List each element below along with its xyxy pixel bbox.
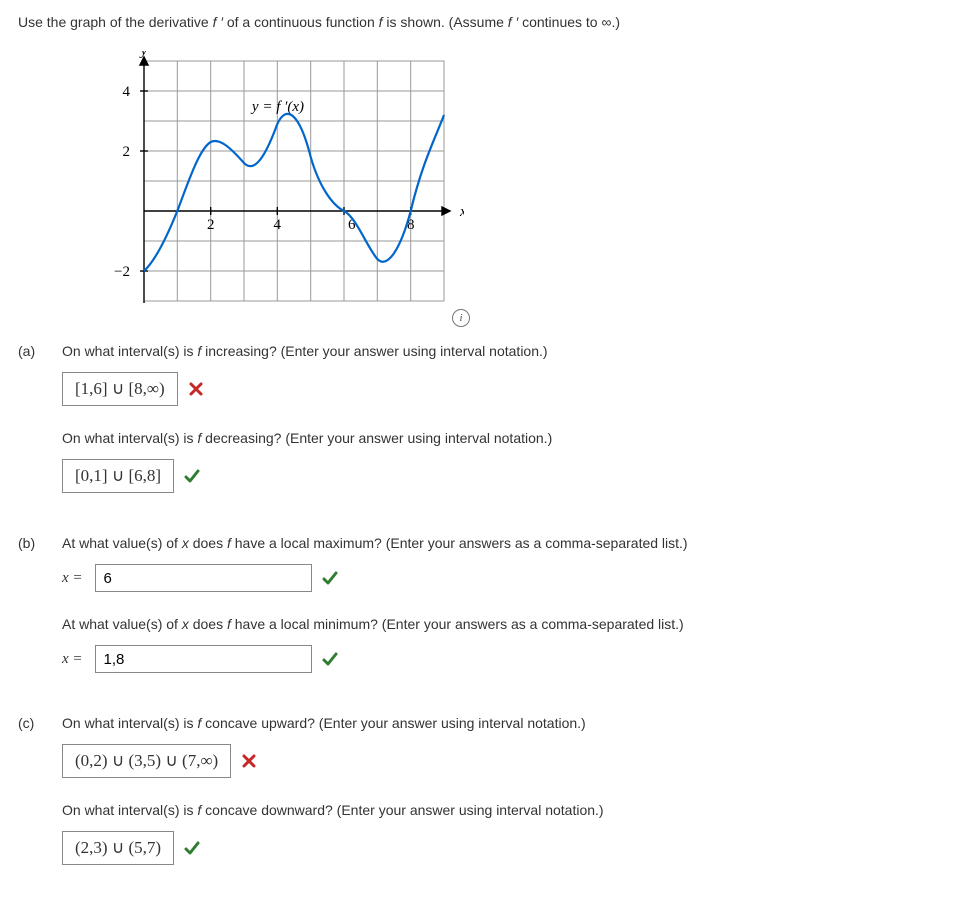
- prompt-text-3: is shown. (Assume: [386, 14, 507, 30]
- part-b-answer-2[interactable]: [95, 645, 312, 673]
- xtick-2: 2: [207, 217, 215, 233]
- correct-icon: [184, 468, 200, 484]
- part-b-answer-1[interactable]: [95, 564, 312, 592]
- part-c-q2: On what interval(s) is f concave downwar…: [62, 800, 943, 821]
- correct-icon: [322, 651, 338, 667]
- part-b-label: (b): [18, 533, 62, 551]
- derivative-curve: [144, 114, 444, 271]
- fprime-symbol-2: f ′: [508, 14, 518, 30]
- ytick-2: 2: [123, 144, 131, 160]
- ytick-neg2: −2: [114, 264, 130, 280]
- prompt-text-1: Use the graph of the derivative: [18, 14, 213, 30]
- prompt-text-4: continues to ∞.): [522, 14, 620, 30]
- x-axis-label: x: [459, 204, 464, 220]
- part-c-answer-1[interactable]: (0,2) ∪ (3,5) ∪ (7,∞): [62, 744, 231, 778]
- info-icon[interactable]: i: [452, 309, 470, 327]
- part-a-q2: On what interval(s) is f decreasing? (En…: [62, 428, 943, 449]
- part-a: (a) On what interval(s) is f increasing?…: [18, 341, 943, 515]
- part-c-answer-2[interactable]: (2,3) ∪ (5,7): [62, 831, 174, 865]
- part-c: (c) On what interval(s) is f concave upw…: [18, 713, 943, 887]
- part-b: (b) At what value(s) of x does f have a …: [18, 533, 943, 695]
- part-a-q1: On what interval(s) is f increasing? (En…: [62, 341, 943, 362]
- part-b-q1: At what value(s) of x does f have a loca…: [62, 533, 943, 554]
- question-prompt: Use the graph of the derivative f ′ of a…: [18, 12, 943, 33]
- graph-svg: y x 4 2 −2 2 4 6 8 y = f ′(x): [104, 51, 464, 321]
- correct-icon: [322, 570, 338, 586]
- xtick-4: 4: [274, 217, 282, 233]
- f-symbol: f: [379, 14, 383, 30]
- x-equals: x =: [62, 570, 83, 587]
- curve-label: y = f ′(x): [250, 99, 304, 115]
- wrong-icon: [241, 753, 257, 769]
- part-a-answer-1[interactable]: [1,6] ∪ [8,∞): [62, 372, 178, 406]
- part-c-label: (c): [18, 713, 62, 731]
- fprime-symbol: f ′: [213, 14, 223, 30]
- part-a-answer-2[interactable]: [0,1] ∪ [6,8]: [62, 459, 174, 493]
- part-b-q2: At what value(s) of x does f have a loca…: [62, 614, 943, 635]
- correct-icon: [184, 840, 200, 856]
- x-equals: x =: [62, 651, 83, 668]
- ytick-4: 4: [123, 84, 131, 100]
- part-c-q1: On what interval(s) is f concave upward?…: [62, 713, 943, 734]
- wrong-icon: [188, 381, 204, 397]
- derivative-graph: y x 4 2 −2 2 4 6 8 y = f ′(x) i: [104, 51, 464, 321]
- prompt-text-2: of a continuous function: [227, 14, 379, 30]
- part-a-label: (a): [18, 341, 62, 359]
- y-axis-label: y: [139, 51, 148, 59]
